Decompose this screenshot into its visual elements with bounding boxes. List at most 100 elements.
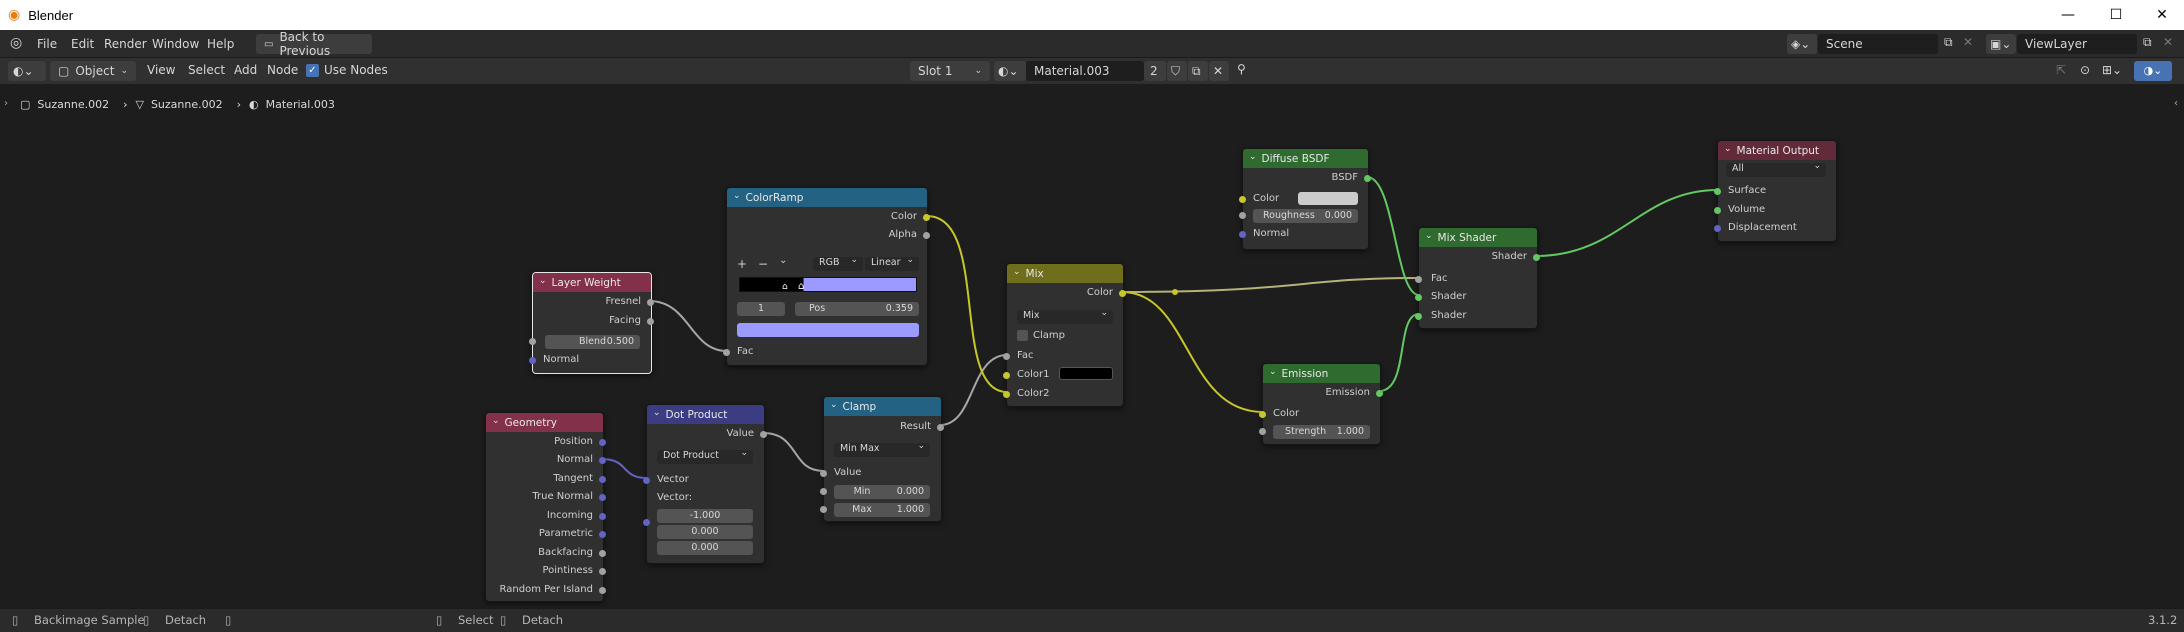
socket-normal[interactable] — [1239, 231, 1246, 238]
pin-icon[interactable]: ⚲ — [1237, 62, 1246, 76]
stop-color-swatch[interactable] — [737, 323, 919, 337]
maximize-icon[interactable]: ☐ — [2092, 0, 2140, 30]
roughness-field[interactable]: Roughness 0.000 — [1253, 209, 1358, 223]
material-name-field[interactable]: Material.003 — [1026, 61, 1144, 81]
node-header[interactable]: Dot Product — [647, 405, 764, 424]
node-header[interactable]: Diffuse BSDF — [1243, 149, 1368, 168]
snap-icon[interactable]: ⊙ — [2080, 63, 2090, 77]
socket-position[interactable] — [599, 439, 606, 446]
socket-incoming[interactable] — [599, 513, 606, 520]
socket-parametric[interactable] — [599, 531, 606, 538]
unlink-material-icon[interactable]: ✕ — [1209, 61, 1229, 81]
socket-vector1[interactable] — [643, 477, 650, 484]
menu-node[interactable]: Node — [267, 63, 298, 77]
node-header[interactable]: Mix — [1007, 264, 1123, 283]
fake-user-shield-icon[interactable]: ⛉ — [1167, 61, 1187, 81]
node-header[interactable]: Mix Shader — [1419, 228, 1537, 247]
socket-volume[interactable] — [1714, 207, 1721, 214]
node-header[interactable]: Emission — [1263, 364, 1380, 383]
socket-shader-out[interactable] — [1533, 254, 1540, 261]
active-stop-index[interactable]: 1 — [737, 302, 785, 316]
stop-marker-icon[interactable]: ⌂ — [782, 282, 788, 292]
new-view-layer-icon[interactable]: ⧉ — [2143, 35, 2152, 50]
parent-node-tree-icon[interactable]: ⇱ — [2056, 63, 2066, 77]
stop-pos-field[interactable]: Pos 0.359 — [795, 302, 919, 316]
socket-fac[interactable] — [723, 349, 730, 356]
delete-scene-icon[interactable]: ✕ — [1963, 35, 1973, 49]
blender-menu-icon[interactable]: ◎ — [10, 35, 22, 51]
socket-min[interactable] — [820, 488, 827, 495]
socket-color[interactable] — [1259, 411, 1266, 418]
new-scene-icon[interactable]: ⧉ — [1944, 35, 1953, 50]
close-icon[interactable]: ✕ — [2138, 0, 2184, 30]
max-field[interactable]: Max 1.000 — [834, 503, 930, 517]
socket-vector2[interactable] — [643, 519, 650, 526]
node-clamp[interactable]: Clamp Result Min Max Value Min 0.000 Max… — [820, 396, 944, 522]
socket-pointiness[interactable] — [599, 568, 606, 575]
duplicate-material-icon[interactable]: ⧉ — [1188, 61, 1208, 81]
node-layer-weight[interactable]: Layer Weight Fresnel Facing Blend 0.500 … — [529, 272, 654, 374]
vector-x-field[interactable]: -1.000 — [657, 509, 753, 523]
socket-color1[interactable] — [1003, 372, 1010, 379]
node-geometry[interactable]: Geometry Position Normal Tangent True No… — [485, 412, 606, 602]
node-header[interactable]: Material Output — [1718, 141, 1836, 160]
view-layer-name-field[interactable]: ViewLayer — [2017, 34, 2137, 54]
socket-max[interactable] — [820, 506, 827, 513]
vector-z-field[interactable]: 0.000 — [657, 541, 753, 555]
delete-view-layer-icon[interactable]: ✕ — [2163, 35, 2173, 49]
menu-window[interactable]: Window — [152, 37, 199, 51]
socket-color[interactable] — [1239, 196, 1246, 203]
socket-backfacing[interactable] — [599, 550, 606, 557]
strength-field[interactable]: Strength 1.000 — [1273, 425, 1370, 439]
sidebar-expand-icon[interactable]: ‹ — [2174, 98, 2178, 109]
socket-normal[interactable] — [529, 357, 536, 364]
stop-marker-icon[interactable]: ⌂ — [798, 281, 804, 292]
overlays-toggle-icon[interactable]: ◑⌄ — [2134, 61, 2172, 81]
scene-name-field[interactable]: Scene — [1818, 34, 1938, 54]
node-header[interactable]: Geometry — [486, 413, 603, 432]
back-to-previous-button[interactable]: ▭ Back to Previous — [256, 30, 372, 58]
clamp-type-dropdown[interactable]: Min Max — [834, 441, 930, 457]
socket-surface[interactable] — [1714, 188, 1721, 195]
socket-color[interactable] — [923, 214, 930, 221]
node-emission[interactable]: Emission Emission Color Strength 1.000 — [1259, 363, 1383, 445]
view-layer-selector-icon[interactable]: ▣⌄ — [1986, 34, 2016, 54]
node-mix-shader[interactable]: Mix Shader Shader Fac Shader Shader — [1415, 227, 1540, 329]
node-colorramp[interactable]: ColorRamp Color Alpha + − ⌄ RGB Linear ⌂… — [723, 187, 930, 366]
socket-normal[interactable] — [599, 457, 606, 464]
node-diffuse-bsdf[interactable]: Diffuse BSDF BSDF Color Roughness 0.000 … — [1239, 148, 1371, 250]
object-type-dropdown[interactable]: ▢ Object ⌄ — [50, 61, 136, 81]
color-mode-dropdown[interactable]: RGB — [813, 255, 863, 271]
chevron-down-icon[interactable]: ⌄ — [779, 255, 787, 266]
menu-edit[interactable]: Edit — [71, 37, 94, 51]
socket-color-out[interactable] — [1119, 290, 1126, 297]
node-dot-product[interactable]: Dot Product Value Dot Product Vector Vec… — [643, 404, 767, 564]
socket-value[interactable] — [760, 431, 767, 438]
socket-color2[interactable] — [1003, 391, 1010, 398]
material-browse-icon[interactable]: ◐⌄ — [994, 61, 1026, 81]
socket-fresnel[interactable] — [647, 299, 654, 306]
node-header[interactable]: Layer Weight — [533, 273, 651, 292]
operation-dropdown[interactable]: Dot Product — [657, 448, 753, 464]
minimize-icon[interactable]: — — [2044, 0, 2092, 30]
menu-render[interactable]: Render — [104, 37, 147, 51]
socket-value[interactable] — [820, 470, 827, 477]
socket-shader1[interactable] — [1415, 294, 1422, 301]
blend-field[interactable]: Blend 0.500 — [545, 335, 640, 349]
blend-type-dropdown[interactable]: Mix — [1017, 308, 1113, 324]
socket-strength[interactable] — [1259, 428, 1266, 435]
socket-random-per-island[interactable] — [599, 587, 606, 594]
socket-roughness[interactable] — [1239, 212, 1246, 219]
interpolation-dropdown[interactable]: Linear — [865, 255, 919, 271]
vector-y-field[interactable]: 0.000 — [657, 525, 753, 539]
socket-blend[interactable] — [529, 338, 536, 345]
socket-shader2[interactable] — [1415, 313, 1422, 320]
menu-add[interactable]: Add — [234, 63, 257, 77]
min-field[interactable]: Min 0.000 — [834, 485, 930, 499]
color1-swatch[interactable] — [1059, 367, 1113, 380]
use-nodes-checkbox[interactable]: ✓ — [306, 64, 319, 77]
menu-view[interactable]: View — [147, 63, 175, 77]
socket-true-normal[interactable] — [599, 494, 606, 501]
socket-fac[interactable] — [1003, 353, 1010, 360]
socket-emission[interactable] — [1376, 390, 1383, 397]
